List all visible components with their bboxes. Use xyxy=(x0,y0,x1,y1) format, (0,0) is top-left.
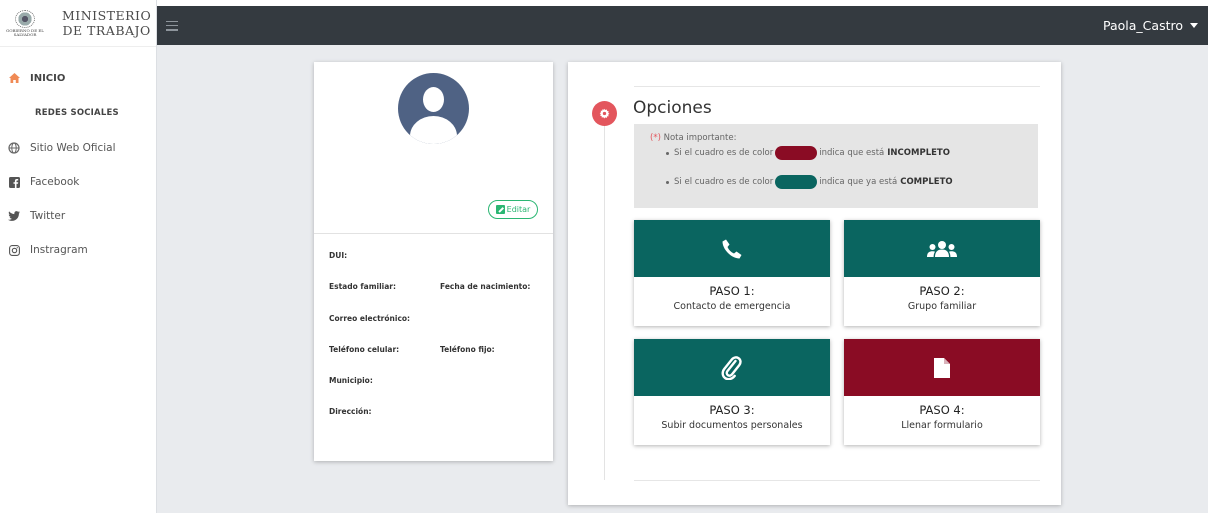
brand-name: MINISTERIO DE TRABAJO xyxy=(62,8,151,38)
sidebar-item-label: INICIO xyxy=(30,72,66,84)
coat-of-arms-icon xyxy=(15,9,35,28)
user-name: Paola_Castro xyxy=(1103,18,1183,33)
step-4-card[interactable]: PASO 4: Llenar formulario xyxy=(844,339,1040,445)
note-line-post: indica que está xyxy=(819,148,885,158)
step-2-card[interactable]: PASO 2: Grupo familiar xyxy=(844,220,1040,326)
field-telefono-fijo: Teléfono fijo: xyxy=(440,345,495,354)
brand[interactable]: GOBIERNO DE EL SALVADOR MINISTERIO DE TR… xyxy=(0,0,156,47)
edit-icon xyxy=(495,205,505,214)
twitter-icon xyxy=(7,209,21,223)
home-icon xyxy=(7,71,21,85)
note-title: Nota importante: xyxy=(663,133,737,143)
step-3-card[interactable]: PASO 3: Subir documentos personales xyxy=(634,339,830,445)
seal-caption: GOBIERNO DE EL SALVADOR xyxy=(6,27,44,37)
edit-profile-button[interactable]: Editar xyxy=(488,200,538,219)
government-seal-logo: GOBIERNO DE EL SALVADOR xyxy=(6,4,44,42)
note-line-strong: COMPLETO xyxy=(900,177,953,187)
note-line-strong: INCOMPLETO xyxy=(887,148,950,158)
sidebar: GOBIERNO DE EL SALVADOR MINISTERIO DE TR… xyxy=(0,0,157,513)
divider xyxy=(634,480,1040,481)
options-title: Opciones xyxy=(633,98,712,118)
file-icon xyxy=(844,339,1040,396)
avatar xyxy=(398,73,469,144)
sidebar-item-label: Sitio Web Oficial xyxy=(30,142,116,154)
sidebar-heading: REDES SOCIALES xyxy=(35,108,119,118)
profile-card: Editar DUI: Estado familiar: Fecha de na… xyxy=(314,62,553,461)
instagram-icon xyxy=(7,243,21,257)
bullet xyxy=(666,180,669,184)
note-line-pre: Si el cuadro es de color xyxy=(674,177,774,187)
sidebar-nav: INICIO REDES SOCIALES Sitio Web Oficial … xyxy=(0,61,156,267)
sidebar-item-twitter[interactable]: Twitter xyxy=(0,199,156,233)
note-line-post: indica que ya está xyxy=(819,177,898,187)
brand-line-2: DE TRABAJO xyxy=(62,23,151,38)
field-telefono-celular: Teléfono celular: xyxy=(329,345,400,354)
user-menu[interactable]: Paola_Castro xyxy=(1103,18,1198,33)
facebook-icon xyxy=(7,175,21,189)
complete-color-swatch xyxy=(775,175,818,189)
sidebar-item-instagram[interactable]: Instragram xyxy=(0,233,156,267)
incomplete-color-swatch xyxy=(775,146,818,160)
field-fecha-nacimiento: Fecha de nacimiento: xyxy=(440,282,531,291)
sidebar-item-sitio-web[interactable]: Sitio Web Oficial xyxy=(0,131,156,165)
note-heading: (*) Nota importante: xyxy=(650,133,736,143)
field-correo: Correo electrónico: xyxy=(329,314,411,323)
options-card: Opciones (*) Nota importante: Si el cuad… xyxy=(568,62,1061,505)
field-dui: DUI: xyxy=(329,251,348,260)
step-label: PASO 3: xyxy=(709,403,755,417)
menu-toggle-icon[interactable] xyxy=(166,20,178,31)
sidebar-item-label: Instragram xyxy=(30,244,88,256)
step-subtitle: Contacto de emergencia xyxy=(673,301,791,312)
divider xyxy=(634,86,1040,87)
topbar: Paola_Castro xyxy=(157,6,1208,45)
sidebar-item-label: Facebook xyxy=(30,176,80,188)
brand-line-1: MINISTERIO xyxy=(62,8,152,23)
note-mark: (*) xyxy=(650,133,661,143)
phone-icon xyxy=(634,220,830,277)
users-icon xyxy=(844,220,1040,277)
step-subtitle: Grupo familiar xyxy=(907,301,977,312)
field-estado-familiar: Estado familiar: xyxy=(329,282,396,291)
step-subtitle: Llenar formulario xyxy=(901,420,983,431)
sidebar-item-inicio[interactable]: INICIO xyxy=(0,61,156,95)
step-label: PASO 4: xyxy=(919,403,965,417)
sidebar-item-facebook[interactable]: Facebook xyxy=(0,165,156,199)
bullet xyxy=(666,151,669,155)
field-municipio: Municipio: xyxy=(329,376,373,385)
sidebar-item-label: Twitter xyxy=(30,210,66,222)
step-1-card[interactable]: PASO 1: Contacto de emergencia xyxy=(634,220,830,326)
step-subtitle: Subir documentos personales xyxy=(661,420,803,431)
timeline-line xyxy=(604,124,605,480)
step-label: PASO 1: xyxy=(709,284,755,298)
important-note: (*) Nota importante: Si el cuadro es de … xyxy=(634,124,1038,208)
divider xyxy=(314,233,553,234)
caret-down-icon xyxy=(1190,23,1198,28)
edit-label: Editar xyxy=(506,205,531,214)
note-line-pre: Si el cuadro es de color xyxy=(674,148,774,158)
note-line-incomplete: Si el cuadro es de color indica que está… xyxy=(666,146,950,160)
note-line-complete: Si el cuadro es de color indica que ya e… xyxy=(666,175,953,189)
step-label: PASO 2: xyxy=(919,284,965,298)
field-direccion: Dirección: xyxy=(329,407,372,416)
paperclip-icon xyxy=(634,339,830,396)
globe-icon xyxy=(7,141,21,155)
gear-icon xyxy=(592,101,617,126)
